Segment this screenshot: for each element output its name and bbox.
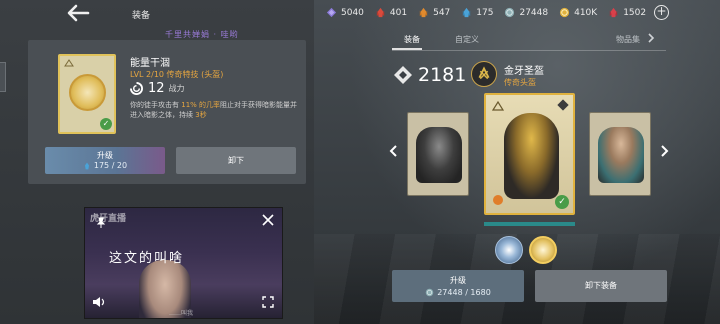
helmet-slot-icon (471, 61, 497, 87)
desc-highlight-duration: 3秒 (195, 111, 207, 119)
currency-blue-crystal[interactable]: 175 (461, 7, 493, 18)
currency-value: 410K (574, 7, 598, 18)
golden-tooth-helmet-art (504, 113, 559, 199)
chevron-right-icon[interactable] (647, 33, 655, 43)
skill-upgrade-button[interactable]: 升级 175 / 20 (45, 147, 165, 174)
fullscreen-icon[interactable] (262, 296, 274, 308)
upgrade-label: 升级 (97, 151, 113, 160)
video-caption: ……叫我 (169, 310, 194, 317)
skill-card[interactable]: ✓ (58, 54, 116, 134)
power-row: 12 战力 (130, 81, 185, 96)
power-value: 12 (148, 81, 165, 96)
helmet-card-selected[interactable]: ✓ (484, 93, 575, 215)
red-gem-icon (610, 7, 618, 18)
currency-value: 401 (389, 7, 408, 18)
helmet-card-right[interactable] (589, 112, 651, 196)
skill-detail-panel: ✓ 能量干涸 LVL 2/10 传奇特技 (头盔) 12 战力 你的徒手攻击有 … (28, 40, 306, 184)
silver-coin-icon (425, 288, 434, 297)
video-overlay[interactable]: 虎牙直播 这文的叫啥 ……叫我 (84, 207, 283, 319)
desc-highlight-chance: 11% 的几率 (181, 101, 221, 109)
red-crystal-icon (376, 7, 385, 18)
skill-description: 你的徒手攻击有 11% 的几率阻止对手获得暗影能量并进入暗影之体，持续 3秒 (130, 100, 298, 120)
skill-orb-gold[interactable] (529, 236, 557, 264)
currency-silver-coin[interactable]: 27448 (504, 7, 548, 18)
item-unequip-button[interactable]: 卸下装备 (535, 270, 667, 302)
equipped-check-icon: ✓ (100, 118, 112, 130)
upgrade-cost: 175 / 20 (45, 161, 165, 170)
page-title: 装备 (132, 11, 151, 21)
skill-unequip-button[interactable]: 卸下 (176, 147, 296, 174)
power-swirl-icon (130, 82, 143, 95)
legendary-mark-icon (64, 59, 74, 67)
video-subtitle: 这文的叫啥 (109, 251, 185, 266)
chevron-right-icon[interactable] (659, 144, 669, 158)
back-arrow-icon[interactable] (66, 4, 90, 22)
rarity-diamond-icon (557, 99, 569, 111)
currency-value: 1502 (623, 7, 647, 18)
equipped-check-icon: ✓ (555, 195, 569, 209)
feathered-helmet-art (598, 127, 644, 183)
gear-score-value: 2181 (418, 64, 467, 86)
item-name: 金牙圣盔 (504, 66, 544, 77)
helmet-card-left[interactable] (407, 112, 469, 196)
upgrade-cost: 27448 / 1680 (392, 288, 524, 297)
add-currency-button[interactable]: + (654, 5, 669, 20)
item-type: 传奇头盔 (504, 78, 536, 87)
currency-value: 175 (476, 7, 494, 18)
skill-level: LVL 2/10 传奇特技 (头盔) (130, 70, 224, 79)
blue-crystal-icon (84, 162, 89, 169)
legendary-mark-icon (492, 101, 504, 111)
power-label: 战力 (168, 84, 185, 93)
gear-score: 2181 (393, 64, 466, 86)
blue-crystal-icon (463, 7, 471, 18)
item-upgrade-button[interactable]: 升级 27448 / 1680 (392, 270, 524, 302)
currency-bar: 5040 401 547 175 27448 410K 1502 (326, 7, 657, 18)
currency-gold-coin[interactable]: 410K (559, 7, 597, 18)
upgrade-cost-value: 27448 / 1680 (437, 288, 491, 297)
gear-score-icon (394, 66, 412, 84)
currency-value: 27448 (519, 7, 549, 18)
speaker-icon[interactable] (92, 296, 106, 308)
orange-crystal-icon (419, 7, 428, 18)
currency-purple-gem[interactable]: 5040 (326, 7, 364, 18)
silver-coin-icon (505, 7, 515, 18)
tab-divider (392, 50, 666, 51)
tab-customize[interactable]: 自定义 (455, 34, 479, 45)
selected-indicator (484, 222, 575, 226)
stream-banner: 千里共婵娟 · 哇哟 (165, 30, 239, 39)
currency-red-crystal[interactable]: 401 (375, 7, 407, 18)
currency-value: 5040 (341, 7, 364, 18)
orange-gem-icon (493, 195, 503, 205)
upgrade-cost-value: 175 / 20 (93, 161, 128, 170)
currency-red-gem[interactable]: 1502 (608, 7, 646, 18)
pin-icon[interactable] (95, 217, 107, 229)
tab-bar: 装备 自定义 物品集 (392, 34, 670, 48)
skill-name: 能量干涸 (130, 58, 170, 69)
gold-coin-icon (560, 7, 570, 18)
currency-orange-crystal[interactable]: 547 (418, 7, 450, 18)
dark-helmet-art (416, 127, 462, 183)
side-drawer-handle[interactable] (0, 62, 6, 92)
swirl-emblem-icon (69, 74, 106, 111)
desc-text: 你的徒手攻击有 (130, 101, 182, 109)
close-icon[interactable] (262, 214, 274, 226)
tab-item-sets[interactable]: 物品集 (616, 34, 640, 45)
currency-value: 547 (433, 7, 451, 18)
tab-equipment[interactable]: 装备 (404, 34, 420, 45)
purple-gem-icon (326, 7, 337, 18)
chevron-left-icon[interactable] (389, 144, 399, 158)
skill-orb-blue[interactable] (495, 236, 523, 264)
upgrade-label: 升级 (450, 276, 466, 285)
